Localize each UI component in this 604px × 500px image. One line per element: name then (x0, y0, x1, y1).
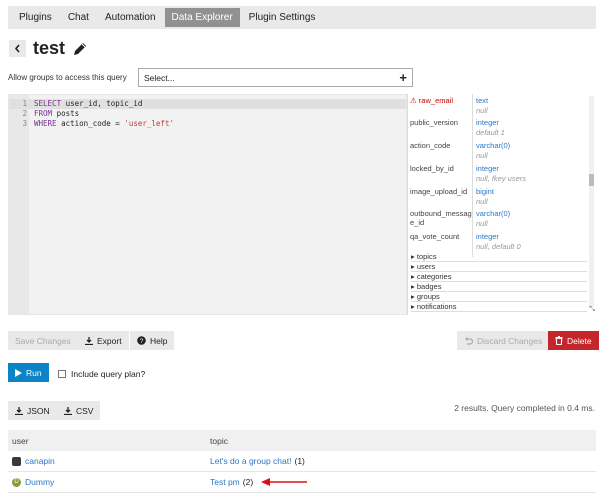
schema-scroll-thumb[interactable] (589, 174, 594, 186)
query-plan-checkbox[interactable] (58, 370, 66, 378)
download-icon (85, 336, 93, 345)
table-row: D Dummy Test pm (2) (8, 472, 596, 493)
code-line: 1 SELECT user_id, topic_id (9, 99, 406, 109)
run-button[interactable]: Run (8, 363, 49, 382)
red-arrow-annotation (261, 478, 308, 486)
code-line: 2 FROM posts (22, 109, 80, 118)
allow-groups-label: Allow groups to access this query (8, 73, 127, 82)
results-summary: 2 results. Query completed in 0.4 ms. (454, 403, 595, 413)
sql-editor[interactable]: 1 SELECT user_id, topic_id 2 FROM posts … (8, 94, 407, 315)
user-link[interactable]: Dummy (25, 477, 54, 487)
user-link[interactable]: canapin (25, 456, 55, 466)
table-row: canapin Let's do a group chat! (1) (8, 451, 596, 472)
download-icon (64, 406, 72, 415)
svg-text:?: ? (140, 338, 144, 345)
query-title: test (33, 38, 66, 58)
schema-table-badges[interactable]: ▸ badges (411, 282, 587, 292)
save-changes-button[interactable]: Save Changes (8, 331, 78, 350)
schema-table-notifications[interactable]: ▸ notifications (411, 302, 587, 312)
download-icon (15, 406, 23, 415)
code-line: 3 WHERE action_code = 'user_left' (22, 119, 174, 128)
tab-data-explorer[interactable]: Data Explorer (164, 8, 240, 27)
query-title-row: test (9, 38, 88, 59)
chevron-left-icon (14, 44, 20, 53)
pencil-icon[interactable] (72, 41, 88, 57)
warning-icon: ⚠ raw_email (410, 96, 453, 105)
topic-link[interactable]: Test pm (210, 477, 240, 487)
download-json-button[interactable]: JSON (8, 401, 57, 420)
tab-chat[interactable]: Chat (61, 8, 96, 27)
delete-button[interactable]: Delete (548, 331, 599, 350)
schema-table-users[interactable]: ▸ users (411, 262, 587, 272)
export-button[interactable]: Export (78, 331, 129, 350)
admin-nav: Plugins Chat Automation Data Explorer Pl… (8, 6, 596, 29)
topic-link[interactable]: Let's do a group chat! (210, 456, 292, 466)
download-csv-button[interactable]: CSV (57, 401, 101, 420)
column-header-user: user (12, 435, 29, 446)
table-header: user topic (8, 430, 596, 451)
avatar: D (12, 477, 21, 487)
schema-panel: ⚠ raw_email text null public_version int… (407, 94, 596, 315)
tab-automation[interactable]: Automation (98, 8, 163, 27)
tab-plugins[interactable]: Plugins (12, 8, 59, 27)
query-actions: Save Changes Export ? Help Discard Chang… (8, 331, 599, 351)
post-count: (1) (294, 456, 305, 466)
query-plan-label: Include query plan? (71, 369, 146, 379)
post-count: (2) (242, 477, 254, 487)
groups-select-value: Select... (144, 72, 175, 83)
discard-changes-button[interactable]: Discard Changes (457, 331, 550, 350)
play-icon (15, 368, 22, 377)
tab-plugin-settings[interactable]: Plugin Settings (242, 8, 323, 27)
plus-icon[interactable]: + (399, 70, 407, 85)
schema-table-groups[interactable]: ▸ groups (411, 292, 587, 302)
avatar (12, 456, 21, 466)
query-plan-toggle[interactable]: Include query plan? (58, 369, 145, 379)
schema-table-categories[interactable]: ▸ categories (411, 272, 587, 282)
undo-icon (465, 337, 473, 345)
column-header-topic: topic (210, 435, 228, 446)
groups-select[interactable]: Select... + (138, 68, 413, 87)
trash-icon (555, 336, 563, 345)
help-button[interactable]: ? Help (130, 331, 175, 350)
help-icon: ? (137, 336, 146, 345)
results-table: user topic canapin Let's do a group chat… (8, 430, 596, 493)
schema-table-topics[interactable]: ▸ topics (411, 252, 587, 262)
back-button[interactable] (9, 40, 26, 57)
schema-scrollbar[interactable] (589, 96, 594, 307)
resize-handle-icon[interactable]: ⤡ (589, 306, 595, 314)
